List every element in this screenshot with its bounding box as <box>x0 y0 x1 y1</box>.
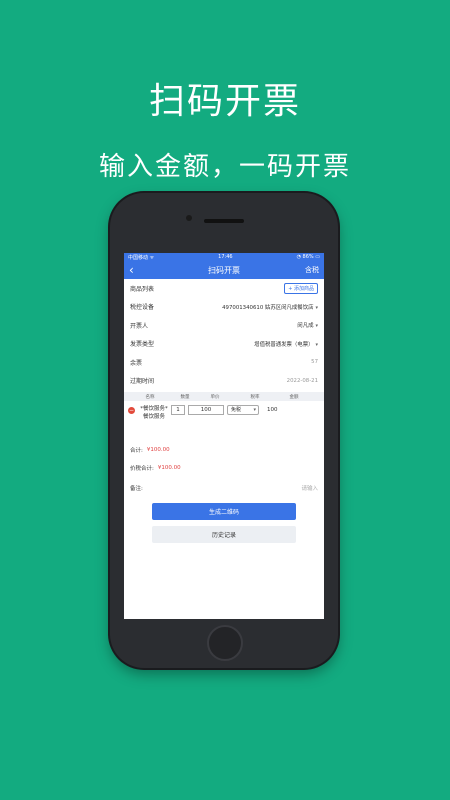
device-row[interactable]: 税控设备 497001340610 姑苏区闵凡成餐饮店 ▾ <box>124 298 324 317</box>
chevron-down-icon: ▾ <box>315 341 318 348</box>
history-button[interactable]: 历史记录 <box>152 526 296 543</box>
price-input[interactable]: 100 <box>188 405 224 415</box>
subheadline: 输入金额，一码开票 <box>98 152 351 182</box>
device-label: 税控设备 <box>130 304 155 312</box>
phone-screen: 中国移动 ᯤ 17:46 ◔ 86% ▭ ‹ 扫码开票 含税 商品列表 + 添加… <box>124 253 324 619</box>
col-price: 单价 <box>210 394 220 400</box>
total-label: 价税合计: <box>130 466 154 472</box>
col-qty: 数量 <box>180 394 190 400</box>
issuer-row[interactable]: 开票人 闵凡成 ▾ <box>124 316 324 335</box>
back-icon[interactable]: ‹ <box>129 264 134 276</box>
total-value: ¥100.00 <box>157 465 181 471</box>
total-row: 价税合计: ¥100.00 <box>124 459 324 477</box>
status-bar: 中国移动 ᯤ 17:46 ◔ 86% ▭ <box>124 253 324 261</box>
subtotal-row: 合计: ¥100.00 <box>124 441 324 459</box>
goods-label: 商品列表 <box>130 285 155 293</box>
table-header: 名称 数量 单价 税率 金额 <box>124 392 324 401</box>
item-name: *餐饮服务*餐饮服务 <box>140 406 168 420</box>
clock: 17:46 <box>218 254 233 260</box>
camera <box>186 215 192 221</box>
issuer-value: 闵凡成 <box>297 323 314 330</box>
headline: 扫码开票 <box>148 81 301 122</box>
expire-row: 过期时间 2022-08-21 <box>124 372 324 391</box>
add-goods-button[interactable]: + 添加商品 <box>284 282 318 294</box>
phone-frame: 中国移动 ᯤ 17:46 ◔ 86% ▭ ‹ 扫码开票 含税 商品列表 + 添加… <box>110 193 338 668</box>
home-button[interactable] <box>207 625 243 661</box>
invoice-type-value: 增值税普通发票（电票） <box>254 341 314 348</box>
item-amount: 100 <box>267 407 278 413</box>
generate-qr-button[interactable]: 生成二维码 <box>152 503 296 520</box>
chevron-down-icon: ▾ <box>315 323 318 330</box>
expire-label: 过期时间 <box>130 378 155 386</box>
page-title: 扫码开票 <box>208 265 240 275</box>
nav-bar: ‹ 扫码开票 含税 <box>124 261 324 279</box>
tax-included-toggle[interactable]: 含税 <box>305 265 319 275</box>
tax-select[interactable]: 免税 ▾ <box>227 405 259 415</box>
speaker <box>204 219 244 223</box>
remaining-row: 余票 57 <box>124 353 324 372</box>
remark-row[interactable]: 备注: 请输入 <box>124 477 324 499</box>
remark-label: 备注: <box>130 486 143 492</box>
goods-list-row: 商品列表 + 添加商品 <box>124 279 324 298</box>
remark-input[interactable]: 请输入 <box>301 484 318 492</box>
device-value: 497001340610 姑苏区闵凡成餐饮店 <box>222 304 314 311</box>
subtotal-label: 合计: <box>130 448 143 454</box>
battery: ◔ 86% ▭ <box>296 254 320 260</box>
invoice-type-row[interactable]: 发票类型 增值税普通发票（电票） ▾ <box>124 335 324 354</box>
col-name: 名称 <box>145 394 155 400</box>
remaining-label: 余票 <box>130 359 143 367</box>
tax-value: 免税 <box>231 407 242 413</box>
chevron-down-icon: ▾ <box>253 407 256 413</box>
qty-input[interactable]: 1 <box>171 405 185 415</box>
col-tax: 税率 <box>250 394 260 400</box>
delete-icon[interactable]: − <box>128 407 135 414</box>
issuer-label: 开票人 <box>130 322 149 330</box>
col-amount: 金额 <box>289 394 299 400</box>
subtotal-value: ¥100.00 <box>146 447 170 453</box>
chevron-down-icon: ▾ <box>315 304 318 311</box>
remaining-value: 57 <box>311 359 318 366</box>
invoice-type-label: 发票类型 <box>130 341 155 349</box>
expire-value: 2022-08-21 <box>286 377 318 384</box>
table-row: − *餐饮服务*餐饮服务 1 100 免税 ▾ 100 <box>124 401 324 441</box>
carrier: 中国移动 ᯤ <box>128 254 155 261</box>
